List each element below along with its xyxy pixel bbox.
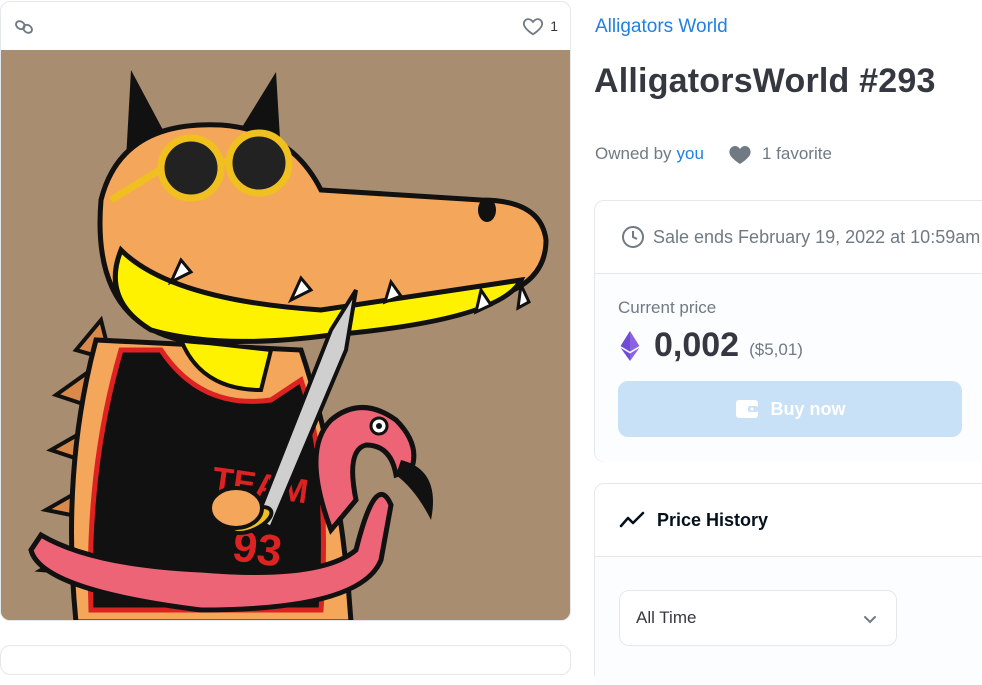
price-value: 0,002 bbox=[654, 326, 740, 364]
heart-filled-icon bbox=[729, 146, 751, 164]
trend-line-icon bbox=[619, 511, 645, 528]
price-row: 0,002 ($5,01) bbox=[620, 326, 803, 365]
time-range-value: All Time bbox=[636, 608, 697, 627]
price-history-card: Price History All Time bbox=[594, 483, 982, 685]
chevron-down-icon bbox=[864, 616, 876, 624]
buy-now-button[interactable]: Buy now bbox=[618, 381, 962, 437]
favorite-count: 1 bbox=[550, 18, 558, 34]
heart-outline-icon bbox=[523, 18, 544, 36]
price-history-header[interactable]: Price History bbox=[595, 484, 982, 557]
item-title: AlligatorsWorld #293 bbox=[594, 62, 936, 100]
asset-details-card bbox=[0, 645, 571, 675]
owned-by-label: Owned by bbox=[595, 144, 672, 163]
asset-media-card: 1 TEAM 93 bbox=[0, 1, 571, 621]
price-usd: ($5,01) bbox=[749, 339, 803, 359]
price-history-title: Price History bbox=[657, 509, 769, 530]
favorite-button[interactable]: 1 bbox=[522, 15, 558, 37]
price-history-body: All Time bbox=[595, 557, 982, 685]
sale-ends-row: Sale ends February 19, 2022 at 10:59am bbox=[595, 201, 982, 274]
buy-now-label: Buy now bbox=[770, 398, 846, 419]
owner-link[interactable]: you bbox=[677, 144, 704, 164]
asset-media-header: 1 bbox=[1, 2, 570, 50]
ethereum-icon bbox=[620, 330, 640, 361]
time-range-select[interactable]: All Time bbox=[619, 590, 897, 646]
collection-link[interactable]: Alligators World bbox=[595, 16, 728, 38]
nft-artwork-image[interactable]: TEAM 93 bbox=[1, 50, 570, 620]
alligator-illustration: TEAM 93 bbox=[1, 50, 570, 620]
favorites-summary: 1 favorite bbox=[728, 143, 832, 165]
chain-link-icon[interactable] bbox=[13, 16, 35, 38]
current-price-label: Current price bbox=[618, 298, 717, 317]
clock-icon bbox=[622, 226, 644, 248]
sale-ends-text: Sale ends February 19, 2022 at 10:59am bbox=[653, 226, 981, 247]
favorites-text: 1 favorite bbox=[761, 144, 832, 163]
owner-row: Owned by you 1 favorite bbox=[595, 143, 832, 165]
wallet-icon bbox=[735, 400, 758, 418]
